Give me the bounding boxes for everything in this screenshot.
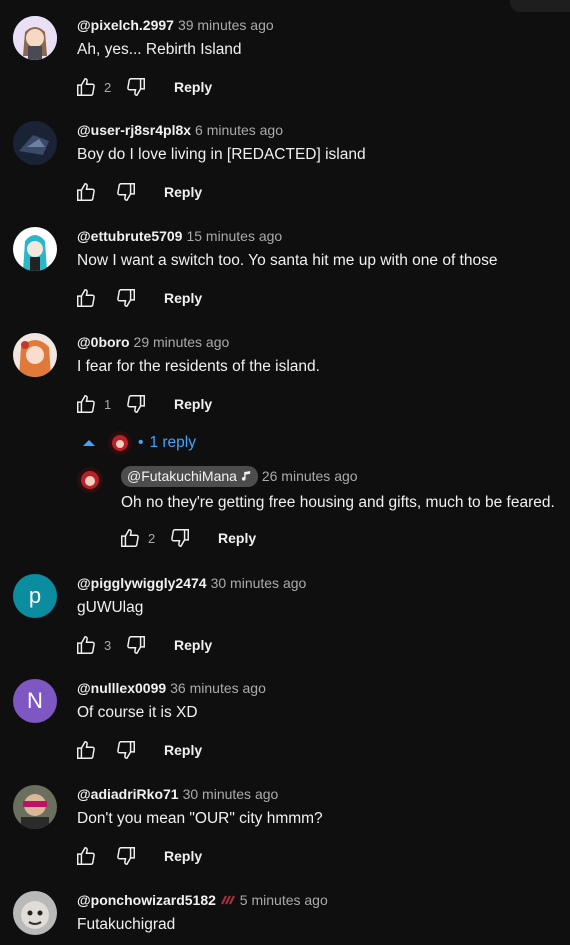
like-count: 2 xyxy=(104,79,112,95)
comment-actions: 3 Reply xyxy=(74,632,212,658)
thumbs-up-icon[interactable] xyxy=(74,738,98,762)
thumbs-up-icon[interactable] xyxy=(74,844,98,868)
thumbs-up-icon[interactable] xyxy=(118,526,142,550)
avatar[interactable] xyxy=(13,227,57,271)
music-note-icon xyxy=(241,469,252,485)
thumbs-down-icon[interactable] xyxy=(124,633,148,657)
comment-text: Now I want a switch too. Yo santa hit me… xyxy=(77,252,498,269)
comment-actions: Reply xyxy=(74,737,202,763)
thumbs-down-icon[interactable] xyxy=(114,286,138,310)
comment-time[interactable]: 15 minutes ago xyxy=(186,228,282,244)
comment-time[interactable]: 36 minutes ago xyxy=(170,680,266,696)
replies-count-label[interactable]: 1 reply xyxy=(149,434,196,452)
comment-time[interactable]: 30 minutes ago xyxy=(183,786,279,802)
reply-button[interactable]: Reply xyxy=(174,79,212,95)
comment-text: gUWUlag xyxy=(77,599,144,616)
comment-actions: 2 Reply xyxy=(74,74,212,100)
like-count: 1 xyxy=(104,396,112,412)
comment-author[interactable]: @ponchowizard5182 xyxy=(77,892,216,908)
member-badge-icon xyxy=(220,893,236,909)
like-count: 2 xyxy=(148,530,156,546)
creator-badge[interactable]: @FutakuchiMana xyxy=(121,466,258,488)
comment-header: @ettubrute5709 15 minutes ago xyxy=(77,228,282,244)
reply-button[interactable]: Reply xyxy=(174,637,212,653)
avatar[interactable] xyxy=(13,16,57,60)
comment-time[interactable]: 29 minutes ago xyxy=(134,334,230,350)
comment-header: @pixelch.2997 39 minutes ago xyxy=(77,17,274,33)
comment-actions: Reply xyxy=(74,285,202,311)
avatar-letter: N xyxy=(27,688,43,713)
thumbs-up-icon[interactable] xyxy=(74,392,98,416)
comment-author[interactable]: @ettubrute5709 xyxy=(77,228,182,244)
avatar[interactable] xyxy=(13,891,57,935)
avatar[interactable] xyxy=(77,467,103,493)
comment-author[interactable]: @0boro xyxy=(77,334,130,350)
comment-text: Futakuchigrad xyxy=(77,916,176,933)
avatar-letter: p xyxy=(28,583,42,608)
comment-time[interactable]: 39 minutes ago xyxy=(178,17,274,33)
avatar[interactable]: p xyxy=(13,574,57,618)
comment-header: @0boro 29 minutes ago xyxy=(77,334,229,350)
comment-time[interactable]: 30 minutes ago xyxy=(211,575,307,591)
comment-author[interactable]: @pixelch.2997 xyxy=(77,17,174,33)
chevron-up-icon xyxy=(82,434,96,452)
thumbs-down-icon[interactable] xyxy=(114,180,138,204)
reply-button[interactable]: Reply xyxy=(174,396,212,412)
comment-actions: Reply xyxy=(74,843,202,869)
reply-button[interactable]: Reply xyxy=(164,184,202,200)
thumbs-down-icon[interactable] xyxy=(124,392,148,416)
comment-author[interactable]: @adiadriRko71 xyxy=(77,786,179,802)
thumbs-down-icon[interactable] xyxy=(124,75,148,99)
thumbs-down-icon[interactable] xyxy=(114,738,138,762)
comment-header: @pigglywiggly2474 30 minutes ago xyxy=(77,575,306,591)
comment-header: @adiadriRko71 30 minutes ago xyxy=(77,786,278,802)
comment-time[interactable]: 5 minutes ago xyxy=(240,892,328,908)
comment-header: @user-rj8sr4pl8x 6 minutes ago xyxy=(77,122,283,138)
comment-actions: 2 Reply xyxy=(118,525,256,551)
replies-separator: • xyxy=(138,434,144,451)
comment-author[interactable]: @user-rj8sr4pl8x xyxy=(77,122,191,138)
replies-toggle[interactable]: • 1 reply xyxy=(82,431,196,455)
comment-time[interactable]: 26 minutes ago xyxy=(262,468,358,484)
thumbs-down-icon[interactable] xyxy=(114,844,138,868)
comment-text: I fear for the residents of the island. xyxy=(77,358,320,375)
comment-time[interactable]: 6 minutes ago xyxy=(195,122,283,138)
comment-text: Of course it is XD xyxy=(77,704,198,721)
comment-text: Boy do I love living in [REDACTED] islan… xyxy=(77,146,366,163)
reply-author-avatar xyxy=(108,431,132,455)
thumbs-up-icon[interactable] xyxy=(74,180,98,204)
comment-text: Don't you mean "OUR" city hmmm? xyxy=(77,810,323,827)
avatar[interactable] xyxy=(13,785,57,829)
comment-header: @ponchowizard5182 5 minutes ago xyxy=(77,892,328,909)
thumbs-up-icon[interactable] xyxy=(74,75,98,99)
comment-text: Ah, yes... Rebirth Island xyxy=(77,41,242,58)
reply-button[interactable]: Reply xyxy=(164,290,202,306)
comment-text: Oh no they're getting free housing and g… xyxy=(121,494,555,511)
comment-author[interactable]: @nulllex0099 xyxy=(77,680,166,696)
like-count: 3 xyxy=(104,637,112,653)
comment-header: @nulllex0099 36 minutes ago xyxy=(77,680,266,696)
reply-button[interactable]: Reply xyxy=(164,848,202,864)
comment-author[interactable]: @FutakuchiMana xyxy=(127,468,237,484)
avatar[interactable]: N xyxy=(13,679,57,723)
avatar[interactable] xyxy=(13,121,57,165)
thumbs-up-icon[interactable] xyxy=(74,286,98,310)
reply-button[interactable]: Reply xyxy=(164,742,202,758)
reply-button[interactable]: Reply xyxy=(218,530,256,546)
top-corner-panel xyxy=(510,0,570,12)
avatar[interactable] xyxy=(13,333,57,377)
thumbs-up-icon[interactable] xyxy=(74,633,98,657)
thumbs-down-icon[interactable] xyxy=(168,526,192,550)
comment-actions: Reply xyxy=(74,179,202,205)
comment-header: @FutakuchiMana 26 minutes ago xyxy=(121,466,358,488)
comment-actions: 1 Reply xyxy=(74,391,212,417)
comment-author[interactable]: @pigglywiggly2474 xyxy=(77,575,207,591)
